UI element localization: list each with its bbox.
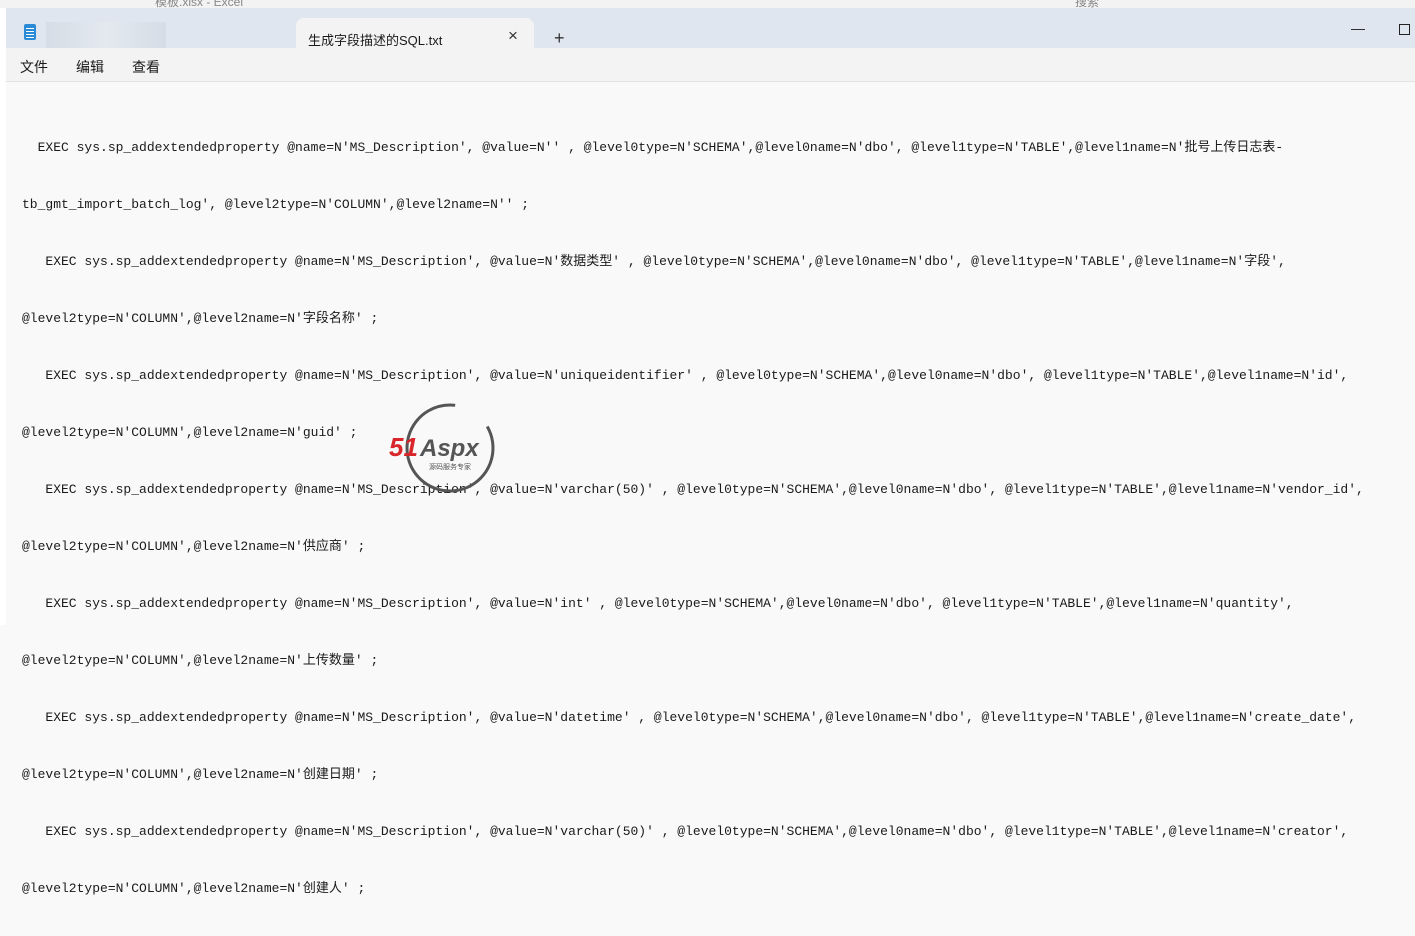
background-excel-titlebar: 模板.xlsx - Excel 搜索 (0, 0, 1415, 8)
maximize-button[interactable] (1399, 24, 1410, 35)
title-bar: 生成字段描述的SQL.txt × + — (6, 8, 1415, 56)
watermark-logo: 51 Aspx 源码服务专家 (389, 403, 495, 493)
excel-title: 模板.xlsx - Excel (155, 0, 244, 8)
text-line: @level2type=N'COLUMN',@level2name=N'字段名称… (22, 311, 379, 326)
text-line: tb_gmt_import_batch_log', @level2type=N'… (22, 197, 530, 212)
text-line: EXEC sys.sp_addextendedproperty @name=N'… (22, 368, 1349, 383)
menu-view[interactable]: 查看 (132, 57, 160, 77)
svg-text:Aspx: Aspx (419, 435, 480, 462)
text-line: EXEC sys.sp_addextendedproperty @name=N'… (22, 710, 1357, 725)
text-line: @level2type=N'COLUMN',@level2name=N'guid… (22, 425, 358, 440)
svg-text:源码服务专家: 源码服务专家 (429, 462, 471, 471)
editor-content[interactable]: EXEC sys.sp_addextendedproperty @name=N'… (22, 100, 1364, 936)
notepad-icon (24, 24, 36, 40)
text-line: @level2type=N'COLUMN',@level2name=N'上传数量… (22, 653, 379, 668)
text-line: EXEC sys.sp_addextendedproperty @name=N'… (22, 254, 1286, 269)
text-line: EXEC sys.sp_addextendedproperty @name=N'… (22, 482, 1364, 497)
close-tab-icon[interactable]: × (508, 26, 518, 46)
excel-search: 搜索 (1075, 0, 1100, 8)
text-line: EXEC sys.sp_addextendedproperty @name=N'… (22, 824, 1349, 839)
new-tab-button[interactable]: + (554, 28, 565, 49)
text-line: @level2type=N'COLUMN',@level2name=N'创建日期… (22, 767, 379, 782)
menu-edit[interactable]: 编辑 (76, 57, 104, 77)
text-line: EXEC sys.sp_addextendedproperty @name=N'… (22, 140, 1284, 155)
text-editor[interactable]: EXEC sys.sp_addextendedproperty @name=N'… (6, 82, 1415, 896)
tab-title: 生成字段描述的SQL.txt (308, 33, 443, 48)
text-line: EXEC sys.sp_addextendedproperty @name=N'… (22, 596, 1294, 611)
minimize-button[interactable]: — (1351, 20, 1365, 36)
menu-bar: 文件 编辑 查看 (6, 48, 1415, 82)
svg-text:51: 51 (389, 432, 418, 462)
text-line: @level2type=N'COLUMN',@level2name=N'创建人'… (22, 881, 366, 896)
menu-file[interactable]: 文件 (20, 57, 48, 77)
text-line: @level2type=N'COLUMN',@level2name=N'供应商'… (22, 539, 366, 554)
